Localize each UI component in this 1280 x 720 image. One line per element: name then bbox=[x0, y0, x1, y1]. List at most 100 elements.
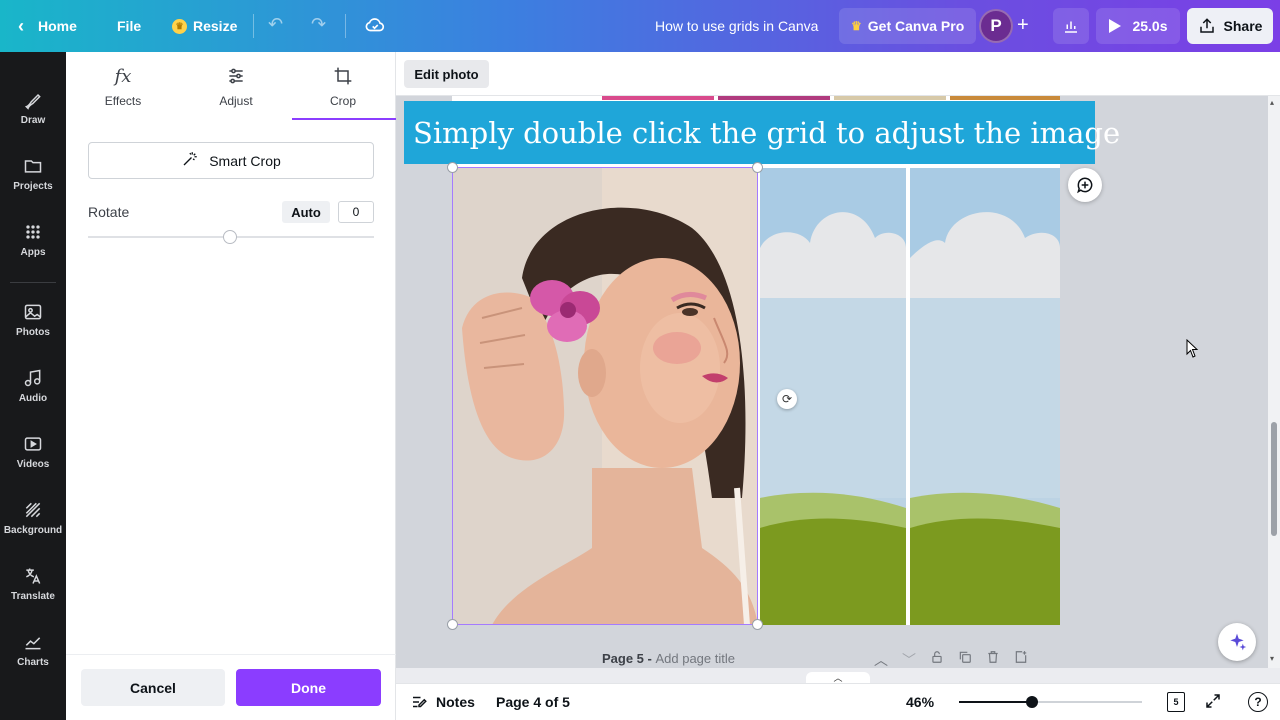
page-number-label: Page 5 - bbox=[602, 651, 656, 666]
add-comment-icon[interactable] bbox=[1068, 168, 1102, 202]
rail-label: Charts bbox=[17, 657, 49, 668]
rail-item-apps[interactable]: Apps bbox=[0, 212, 66, 268]
add-page-icon[interactable] bbox=[1014, 650, 1028, 668]
rotate-slider-thumb[interactable] bbox=[223, 230, 237, 244]
sliders-icon bbox=[186, 66, 286, 88]
resize-button[interactable]: ♛ Resize bbox=[172, 0, 237, 52]
cancel-button[interactable]: Cancel bbox=[81, 669, 225, 706]
get-pro-button[interactable]: ♛ Get Canva Pro bbox=[839, 8, 977, 44]
zoom-level[interactable]: 46% bbox=[906, 694, 934, 710]
rail-item-audio[interactable]: Audio bbox=[0, 358, 66, 414]
insights-icon[interactable] bbox=[1053, 8, 1089, 44]
draw-icon bbox=[24, 93, 41, 110]
page-header: Page 5 - Add page title bbox=[602, 651, 735, 666]
rail-item-videos[interactable]: Videos bbox=[0, 424, 66, 480]
document-title[interactable]: How to use grids in Canva bbox=[655, 0, 818, 52]
play-icon bbox=[1109, 19, 1122, 33]
lock-icon[interactable] bbox=[930, 650, 944, 668]
rail-divider bbox=[10, 282, 56, 283]
add-collaborator-icon[interactable]: + bbox=[1017, 14, 1029, 37]
toolbar-divider bbox=[253, 14, 254, 38]
rail-item-draw[interactable]: Draw bbox=[0, 80, 66, 136]
resize-handle[interactable] bbox=[447, 619, 458, 630]
grid-sky-cell[interactable] bbox=[910, 168, 1060, 625]
undo-icon[interactable]: ↶ bbox=[268, 14, 283, 35]
tab-label: Crop bbox=[329, 94, 356, 108]
grid-cell-edge bbox=[834, 96, 946, 100]
rail-item-photos[interactable]: Photos bbox=[0, 292, 66, 348]
chevron-down-icon[interactable]: ﹀ bbox=[902, 650, 916, 668]
page-grid-view-icon[interactable]: 5 bbox=[1167, 692, 1185, 712]
caption-text-box[interactable]: Simply double click the grid to adjust t… bbox=[404, 101, 1120, 164]
side-rail: Draw Projects Apps Photos Audio Videos B… bbox=[0, 52, 66, 720]
grid-cell-edge bbox=[718, 96, 830, 100]
photo-icon bbox=[24, 304, 42, 320]
rail-label: Videos bbox=[16, 459, 50, 470]
notes-icon bbox=[413, 696, 427, 708]
background-icon bbox=[25, 502, 41, 518]
smart-crop-button[interactable]: Smart Crop bbox=[88, 142, 374, 179]
auto-rotate-button[interactable]: Auto bbox=[282, 201, 330, 223]
help-icon[interactable]: ? bbox=[1248, 692, 1268, 712]
fx-icon: fx bbox=[114, 66, 132, 87]
home-button[interactable]: ‹ Home bbox=[18, 0, 77, 52]
notes-button[interactable]: Notes bbox=[410, 693, 475, 711]
crown-icon: ♛ bbox=[172, 18, 187, 34]
done-button[interactable]: Done bbox=[236, 669, 381, 706]
charts-icon bbox=[25, 637, 41, 650]
rotate-label: Rotate bbox=[88, 204, 130, 220]
magic-assistant-icon[interactable] bbox=[1218, 623, 1256, 661]
resize-label: Resize bbox=[193, 18, 238, 34]
rail-label: Translate bbox=[11, 591, 55, 602]
avatar[interactable]: P bbox=[979, 9, 1013, 43]
smart-crop-label: Smart Crop bbox=[209, 152, 281, 169]
zoom-slider-thumb[interactable] bbox=[1026, 696, 1038, 708]
mouse-cursor-icon bbox=[1186, 338, 1200, 364]
resize-handle[interactable] bbox=[752, 619, 763, 630]
rail-item-background[interactable]: Background bbox=[0, 490, 66, 546]
resize-handle[interactable] bbox=[447, 162, 458, 173]
crop-icon bbox=[293, 66, 393, 88]
redo-icon[interactable]: ↷ bbox=[311, 14, 326, 35]
tab-effects[interactable]: fx Effects bbox=[73, 66, 173, 108]
translate-icon bbox=[26, 568, 41, 584]
panel-footer: Cancel Done bbox=[66, 654, 396, 720]
rail-label: Apps bbox=[20, 247, 46, 258]
share-button[interactable]: Share bbox=[1187, 8, 1273, 44]
rotate-value-input[interactable]: 0 bbox=[338, 201, 374, 223]
scroll-up-icon[interactable]: ▴ bbox=[1270, 98, 1274, 107]
scrollbar-thumb[interactable] bbox=[1271, 422, 1277, 536]
duplicate-icon[interactable] bbox=[958, 650, 972, 668]
audio-icon bbox=[24, 369, 41, 387]
vertical-scrollbar[interactable]: ▴ ▾ bbox=[1268, 96, 1280, 668]
design-canvas[interactable]: Simply double click the grid to adjust t… bbox=[396, 96, 1268, 668]
cloud-save-icon[interactable] bbox=[364, 14, 386, 41]
grid-cell-edge bbox=[602, 96, 714, 100]
zoom-slider-fill bbox=[959, 701, 1031, 703]
resize-handle[interactable] bbox=[752, 162, 763, 173]
present-button[interactable]: 25.0s bbox=[1096, 8, 1180, 44]
trash-icon[interactable] bbox=[986, 650, 1000, 668]
rail-item-projects[interactable]: Projects bbox=[0, 146, 66, 202]
rail-label: Background bbox=[3, 525, 63, 536]
rail-label: Photos bbox=[16, 327, 50, 338]
scroll-down-icon[interactable]: ▾ bbox=[1270, 654, 1274, 663]
rail-label: Draw bbox=[20, 115, 46, 126]
chevron-left-icon: ‹ bbox=[18, 15, 24, 36]
page-indicator[interactable]: Page 4 of 5 bbox=[496, 694, 570, 710]
page-title-input[interactable]: Add page title bbox=[655, 651, 735, 666]
rotate-handle-icon[interactable]: ⟳ bbox=[777, 389, 797, 409]
rail-item-charts[interactable]: Charts bbox=[0, 622, 66, 678]
tab-crop[interactable]: Crop bbox=[293, 66, 393, 108]
tab-adjust[interactable]: Adjust bbox=[186, 66, 286, 108]
rail-item-translate[interactable]: Translate bbox=[0, 556, 66, 612]
notes-label: Notes bbox=[436, 694, 475, 710]
top-toolbar: ‹ Home File ♛ Resize ↶ ↷ How to use grid… bbox=[0, 0, 1280, 52]
tab-label: Effects bbox=[104, 94, 142, 108]
edit-photo-button[interactable]: Edit photo bbox=[404, 60, 489, 88]
fullscreen-icon[interactable] bbox=[1204, 692, 1222, 715]
toolbar-divider bbox=[345, 14, 346, 38]
chevron-up-icon[interactable]: ︿ bbox=[874, 650, 888, 668]
file-menu[interactable]: File bbox=[117, 0, 141, 52]
share-label: Share bbox=[1223, 18, 1263, 34]
